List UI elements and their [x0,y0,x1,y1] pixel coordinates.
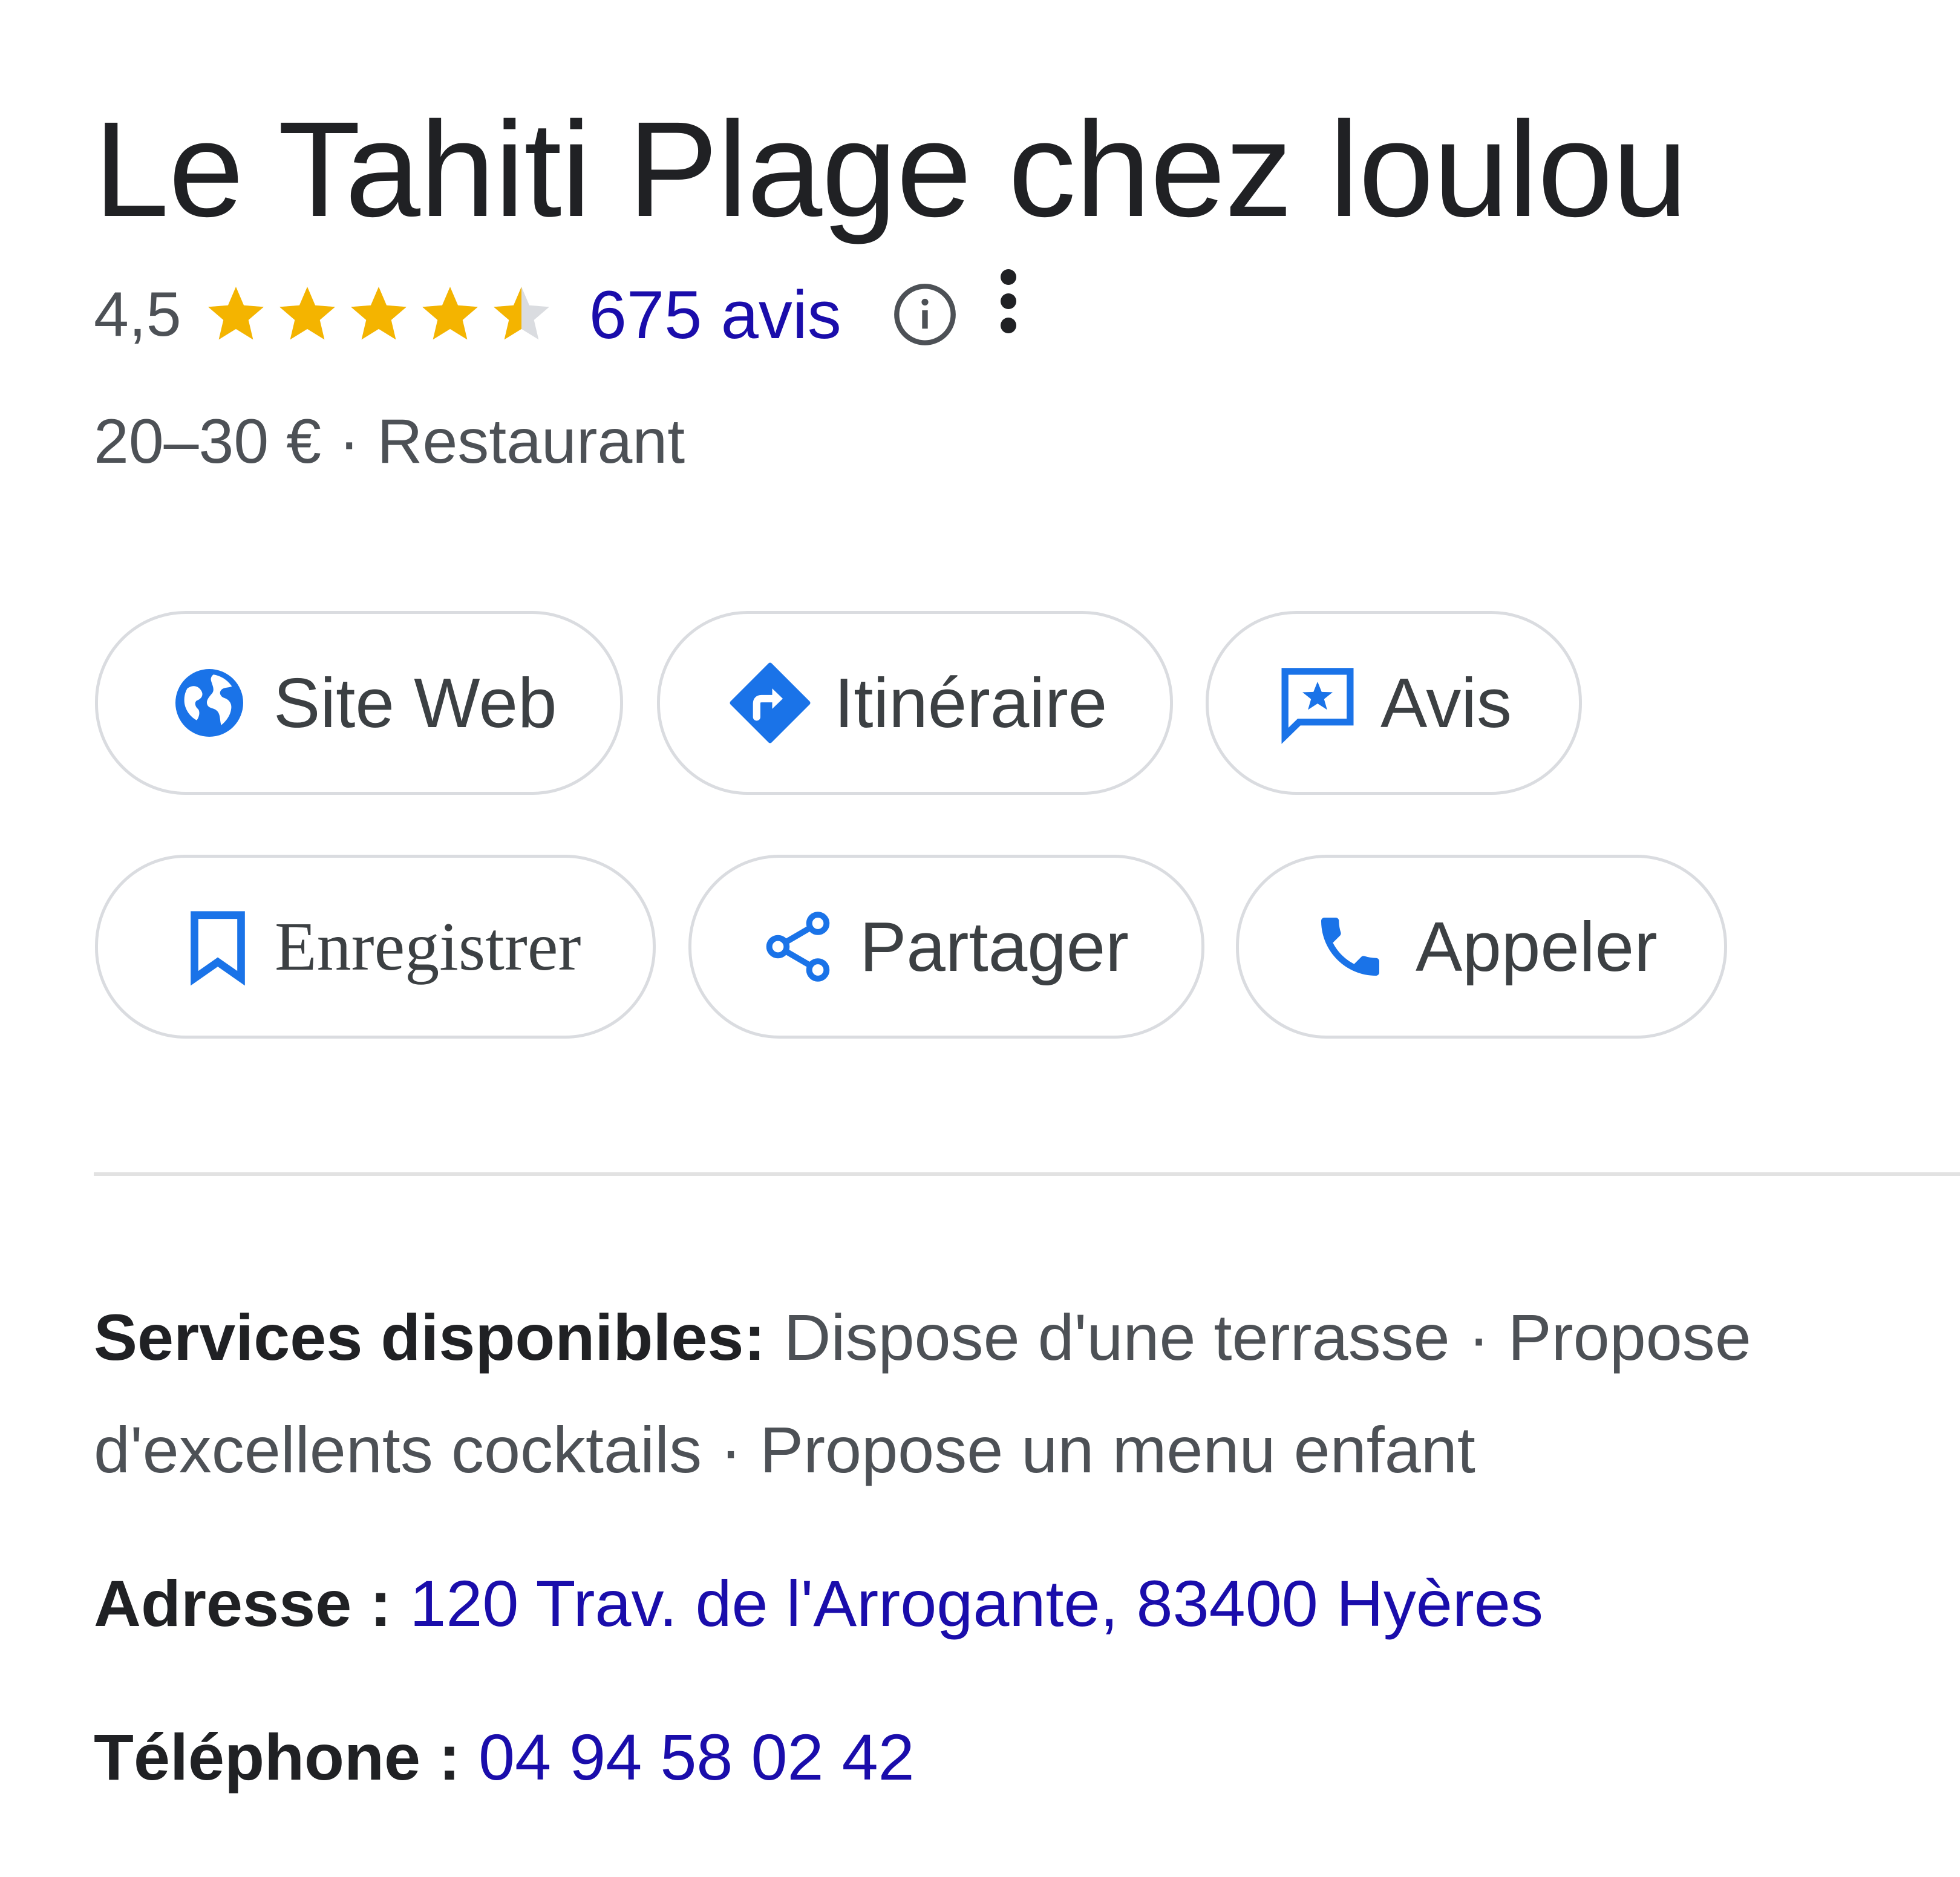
star-icon [493,287,549,340]
place-title: Le Tahiti Plage chez loulou [94,94,1688,245]
phone-link[interactable]: 04 94 58 02 42 [479,1720,915,1794]
services-label: Services disponibles: [94,1301,766,1374]
star-icon [422,287,478,340]
phone-row: Téléphone : 04 94 58 02 42 [94,1701,1915,1813]
knowledge-panel: Le Tahiti Plage chez loulou 4,5 675 avis… [0,0,1960,1877]
save-button[interactable]: Enregistrer [95,855,656,1039]
phone-icon [1321,918,1379,976]
save-label: Enregistrer [275,908,581,985]
star-rating [203,282,560,347]
review-star-message-icon [1281,668,1354,744]
share-icon [766,912,830,982]
star-icon [350,287,407,340]
call-button[interactable]: Appeler [1236,855,1727,1039]
address-label: Adresse : [94,1567,392,1640]
website-button[interactable]: Site Web [95,611,623,795]
website-label: Site Web [273,664,557,742]
more-vert-icon[interactable] [990,262,1027,341]
phone-label: Téléphone : [94,1720,461,1794]
call-label: Appeler [1416,907,1658,986]
directions-button[interactable]: Itinéraire [657,611,1173,795]
share-button[interactable]: Partager [688,855,1204,1039]
star-icon [279,287,335,340]
rating-value: 4,5 [94,279,181,350]
share-label: Partager [860,907,1129,986]
reviews-button[interactable]: Avis [1206,611,1582,795]
address-row: Adresse : 120 Trav. de l'Arrogante, 8340… [94,1547,1915,1660]
star-icon [207,287,264,340]
price-category: 20–30 € · Restaurant [94,406,685,477]
rating-row: 4,5 675 avis [94,269,1027,354]
directions-diamond-icon [730,662,811,743]
globe-icon [175,669,243,737]
bookmark-icon [191,911,245,986]
section-divider [94,1172,1960,1176]
info-icon[interactable] [891,281,959,348]
services-row: Services disponibles: Dispose d'une terr… [94,1281,1915,1506]
address-link[interactable]: 120 Trav. de l'Arrogante, 83400 Hyères [410,1567,1543,1640]
directions-label: Itinéraire [834,664,1108,742]
reviews-label: Avis [1380,664,1512,742]
reviews-count-link[interactable]: 675 avis [589,276,841,354]
